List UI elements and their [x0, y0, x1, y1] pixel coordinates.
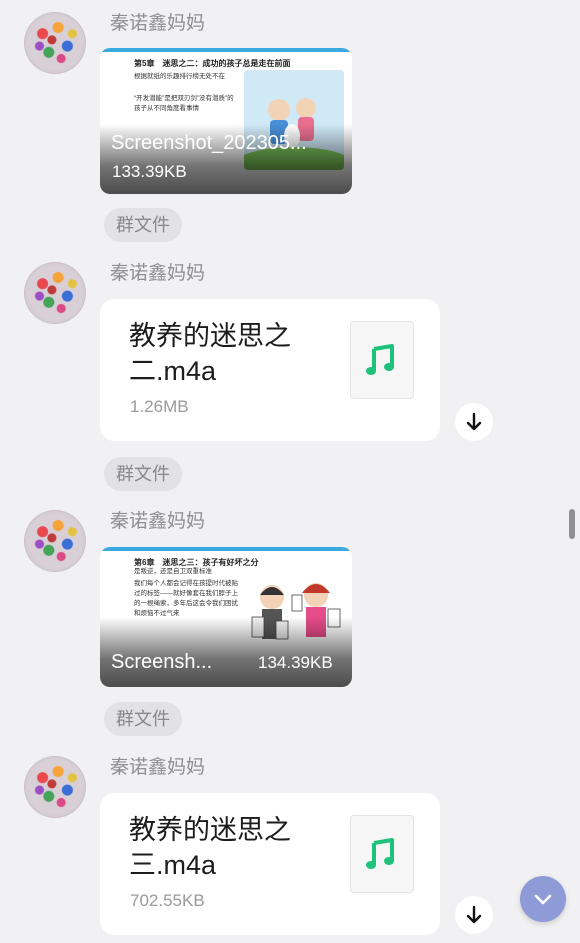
message-3: 秦诺鑫妈妈 第6章 迷思之三：孩子有好坏之分 是叛逆，还是自卫双重标准 我们每个…	[0, 510, 580, 740]
music-note-icon	[366, 838, 394, 869]
file-size: 702.55KB	[130, 891, 205, 910]
group-file-tag[interactable]: 群文件	[104, 208, 182, 242]
scrollbar-thumb[interactable]	[569, 509, 575, 539]
chevron-down-icon	[534, 894, 552, 905]
avatar[interactable]	[24, 262, 86, 324]
message-2: 秦诺鑫妈妈 教养的迷思之二.m4a 1.26MB 群文件	[0, 262, 580, 492]
group-file-tag[interactable]: 群文件	[104, 457, 182, 491]
music-note-icon	[366, 344, 394, 375]
sender-name: 秦诺鑫妈妈	[110, 13, 206, 34]
image-file-size: 134.39KB	[258, 653, 333, 672]
chat-window: 秦诺鑫妈妈 第5章 迷思之二：成功的孩子总是走在前面 根据就纸的乐趣排行榜无处不…	[0, 0, 580, 943]
message-4: 秦诺鑫妈妈 教养的迷思之三.m4a 702.55KB	[0, 756, 580, 943]
slide-header-bar	[100, 48, 352, 52]
scroll-to-bottom-button[interactable]	[520, 876, 566, 922]
group-file-tag[interactable]: 群文件	[104, 702, 182, 736]
slide-bullet: 我们每个人都会记得在孩提时代被贴过的标签——就好像套在我们脖子上的一根绳索，多年…	[134, 580, 238, 617]
download-button[interactable]	[455, 896, 493, 934]
sender-name: 秦诺鑫妈妈	[110, 263, 206, 284]
image-file-name: Screenshot_202305...	[111, 132, 307, 154]
avatar[interactable]	[24, 756, 86, 818]
sender-name: 秦诺鑫妈妈	[110, 511, 206, 532]
slide-header-bar	[100, 547, 352, 551]
avatar[interactable]	[24, 510, 86, 572]
slide-title: 第5章 迷思之二：成功的孩子总是走在前面	[134, 59, 291, 68]
image-file-size: 133.39KB	[112, 162, 187, 181]
arrow-down-icon	[466, 412, 482, 431]
slide-bullet: “开发潜能”是把双刃剑”没有潜质”的孩子从不同角度看事情	[134, 95, 234, 112]
file-name: 教养的迷思之三.m4a	[129, 815, 291, 880]
image-file-name: Screensh...	[111, 651, 213, 673]
music-file-icon	[350, 815, 414, 893]
download-button[interactable]	[455, 403, 493, 441]
file-message-bubble[interactable]: 教养的迷思之三.m4a 702.55KB	[100, 793, 440, 935]
file-size: 1.26MB	[130, 397, 189, 416]
slide-bullet: 根据就纸的乐趣排行榜无处不在	[134, 73, 225, 80]
file-name: 教养的迷思之二.m4a	[129, 321, 291, 386]
message-1: 秦诺鑫妈妈 第5章 迷思之二：成功的孩子总是走在前面 根据就纸的乐趣排行榜无处不…	[0, 12, 580, 242]
avatar[interactable]	[24, 12, 86, 74]
slide-bullet: 是叛逆，还是自卫双重标准	[134, 568, 212, 575]
image-message-bubble[interactable]: 第6章 迷思之三：孩子有好坏之分 是叛逆，还是自卫双重标准 我们每个人都会记得在…	[100, 547, 352, 687]
music-file-icon	[350, 321, 414, 399]
arrow-down-icon	[466, 905, 482, 924]
sender-name: 秦诺鑫妈妈	[110, 757, 206, 778]
image-message-bubble[interactable]: 第5章 迷思之二：成功的孩子总是走在前面 根据就纸的乐趣排行榜无处不在 “开发潜…	[100, 48, 352, 194]
file-message-bubble[interactable]: 教养的迷思之二.m4a 1.26MB	[100, 299, 440, 441]
